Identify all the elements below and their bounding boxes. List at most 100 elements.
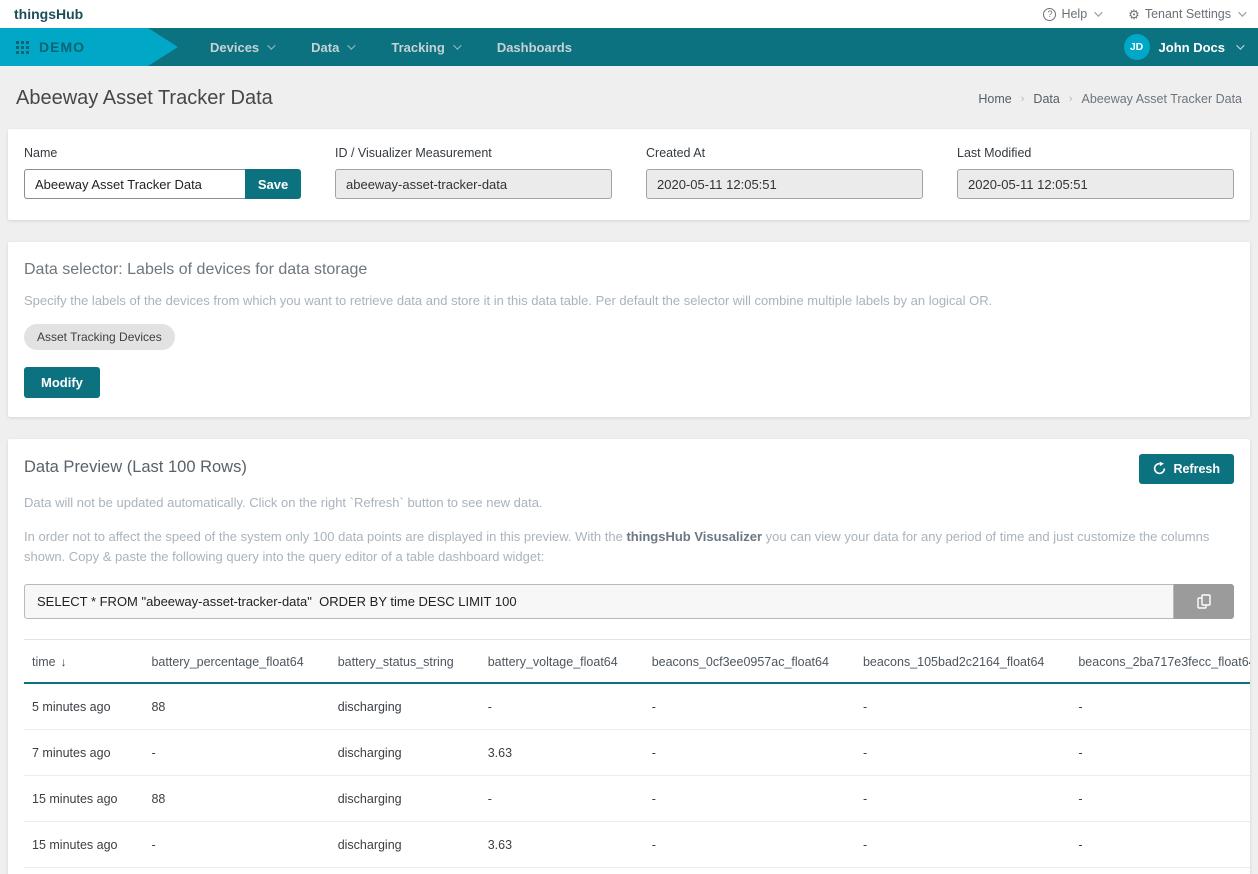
avatar: JD [1124, 34, 1150, 60]
table-cell: - [1070, 822, 1250, 868]
help-icon: ? [1043, 8, 1056, 21]
table-cell: discharging [330, 683, 480, 730]
table-cell: 3.63 [480, 868, 644, 874]
sort-desc-icon: ↓ [61, 655, 67, 669]
user-name: John Docs [1159, 40, 1225, 55]
selector-title: Data selector: Labels of devices for dat… [24, 261, 1234, 279]
table-cell: - [1070, 730, 1250, 776]
table-cell: - [644, 822, 855, 868]
nav-label: Dashboards [497, 40, 572, 55]
table-cell: - [143, 822, 329, 868]
field-last-modified: Last Modified [957, 144, 1234, 199]
grid-icon [16, 41, 29, 54]
save-button[interactable]: Save [245, 169, 301, 199]
nav-item-dashboards[interactable]: Dashboards [497, 40, 572, 55]
chevron-down-icon [1094, 8, 1102, 16]
copy-query-button[interactable] [1174, 584, 1234, 619]
preview-note-refresh: Data will not be updated automatically. … [24, 493, 1234, 513]
refresh-icon [1153, 462, 1166, 475]
nav-items: Devices Data Tracking Dashboards [210, 28, 572, 66]
nav-item-devices[interactable]: Devices [210, 40, 273, 55]
table-cell: - [480, 776, 644, 822]
refresh-label: Refresh [1173, 462, 1220, 476]
table-cell: discharging [330, 776, 480, 822]
table-cell: discharging [330, 730, 480, 776]
nav-item-tracking[interactable]: Tracking [391, 40, 458, 55]
table-row: 15 minutes ago-discharging3.63----- [24, 822, 1250, 868]
table-cell: - [1070, 868, 1250, 874]
chevron-down-icon [453, 41, 461, 49]
breadcrumb-separator: › [1021, 93, 1025, 105]
tenant-name: DEMO [39, 39, 85, 55]
table-cell: discharging [330, 868, 480, 874]
nav-label: Data [311, 40, 339, 55]
note-text: In order not to affect the speed of the … [24, 529, 626, 544]
table-cell: 88 [143, 683, 329, 730]
table-cell: - [644, 730, 855, 776]
column-header-battery_voltage_float64[interactable]: battery_voltage_float64 [480, 640, 644, 684]
table-cell: - [1070, 683, 1250, 730]
nav-item-data[interactable]: Data [311, 40, 353, 55]
breadcrumb-home[interactable]: Home [978, 92, 1011, 106]
table-cell: - [855, 730, 1070, 776]
table-cell: - [143, 730, 329, 776]
help-label: Help [1061, 7, 1087, 21]
column-header-battery_status_string[interactable]: battery_status_string [330, 640, 480, 684]
created-at-input [646, 169, 923, 199]
visualizer-link-text: thingsHub Visusalizer [626, 529, 762, 544]
name-label: Name [24, 146, 301, 160]
tenant-settings-menu[interactable]: ⚙ Tenant Settings [1128, 7, 1244, 21]
details-card: Name Save ID / Visualizer Measurement Cr… [8, 129, 1250, 220]
table-body: 5 minutes ago88discharging------7 minute… [24, 683, 1250, 874]
column-header-time[interactable]: time↓ [24, 640, 143, 684]
table-cell: - [644, 683, 855, 730]
breadcrumb: Home › Data › Abeeway Asset Tracker Data [978, 92, 1242, 106]
table-cell: - [1070, 776, 1250, 822]
top-bar: thingsHub ? Help ⚙ Tenant Settings [0, 0, 1258, 28]
breadcrumb-current: Abeeway Asset Tracker Data [1082, 92, 1243, 106]
chevron-down-icon [1236, 41, 1244, 49]
column-header-battery_percentage_float64[interactable]: battery_percentage_float64 [143, 640, 329, 684]
selector-description: Specify the labels of the devices from w… [24, 291, 1234, 311]
id-label: ID / Visualizer Measurement [335, 146, 612, 160]
table-cell: 3.63 [480, 822, 644, 868]
preview-table: time↓battery_percentage_float64battery_s… [24, 639, 1250, 874]
last-modified-input [957, 169, 1234, 199]
user-menu[interactable]: JD John Docs [1124, 28, 1242, 66]
modify-button[interactable]: Modify [24, 367, 100, 398]
table-cell: - [644, 868, 855, 874]
column-header-beacons_0cf3ee0957ac_float64[interactable]: beacons_0cf3ee0957ac_float64 [644, 640, 855, 684]
table-cell: - [855, 683, 1070, 730]
device-label-chip: Asset Tracking Devices [24, 324, 175, 350]
table-cell: - [855, 822, 1070, 868]
last-modified-label: Last Modified [957, 146, 1234, 160]
sql-query-box: SELECT * FROM "abeeway-asset-tracker-dat… [24, 584, 1174, 619]
table-row: 15 minutes ago88discharging------ [24, 776, 1250, 822]
table-cell: 15 minutes ago [24, 776, 143, 822]
table-row: 5 minutes ago88discharging------ [24, 683, 1250, 730]
name-input[interactable] [24, 169, 245, 199]
table-cell: 88 [143, 776, 329, 822]
topbar-menus: ? Help ⚙ Tenant Settings [1043, 7, 1244, 21]
column-header-beacons_105bad2c2164_float64[interactable]: beacons_105bad2c2164_float64 [855, 640, 1070, 684]
table-header-row: time↓battery_percentage_float64battery_s… [24, 640, 1250, 684]
nav-label: Tracking [391, 40, 444, 55]
help-menu[interactable]: ? Help [1043, 7, 1100, 21]
preview-title: Data Preview (Last 100 Rows) [24, 458, 247, 477]
table-cell: 24 minutes ago [24, 868, 143, 874]
breadcrumb-data[interactable]: Data [1033, 92, 1059, 106]
nav-label: Devices [210, 40, 259, 55]
thingshub-logo[interactable]: thingsHub [14, 6, 83, 22]
table-cell: - [855, 776, 1070, 822]
chevron-down-icon [1238, 8, 1246, 16]
field-id: ID / Visualizer Measurement [335, 144, 612, 199]
created-at-label: Created At [646, 146, 923, 160]
column-header-beacons_2ba717e3fecc_float64[interactable]: beacons_2ba717e3fecc_float64 [1070, 640, 1250, 684]
table-cell: - [480, 683, 644, 730]
table-row: 24 minutes ago-discharging3.63----- [24, 868, 1250, 874]
table-cell: 7 minutes ago [24, 730, 143, 776]
refresh-button[interactable]: Refresh [1139, 454, 1234, 484]
tenant-selector[interactable]: DEMO [0, 28, 148, 66]
table-cell: - [644, 776, 855, 822]
main-navbar: DEMO Devices Data Tracking Dashboards JD… [0, 28, 1258, 66]
